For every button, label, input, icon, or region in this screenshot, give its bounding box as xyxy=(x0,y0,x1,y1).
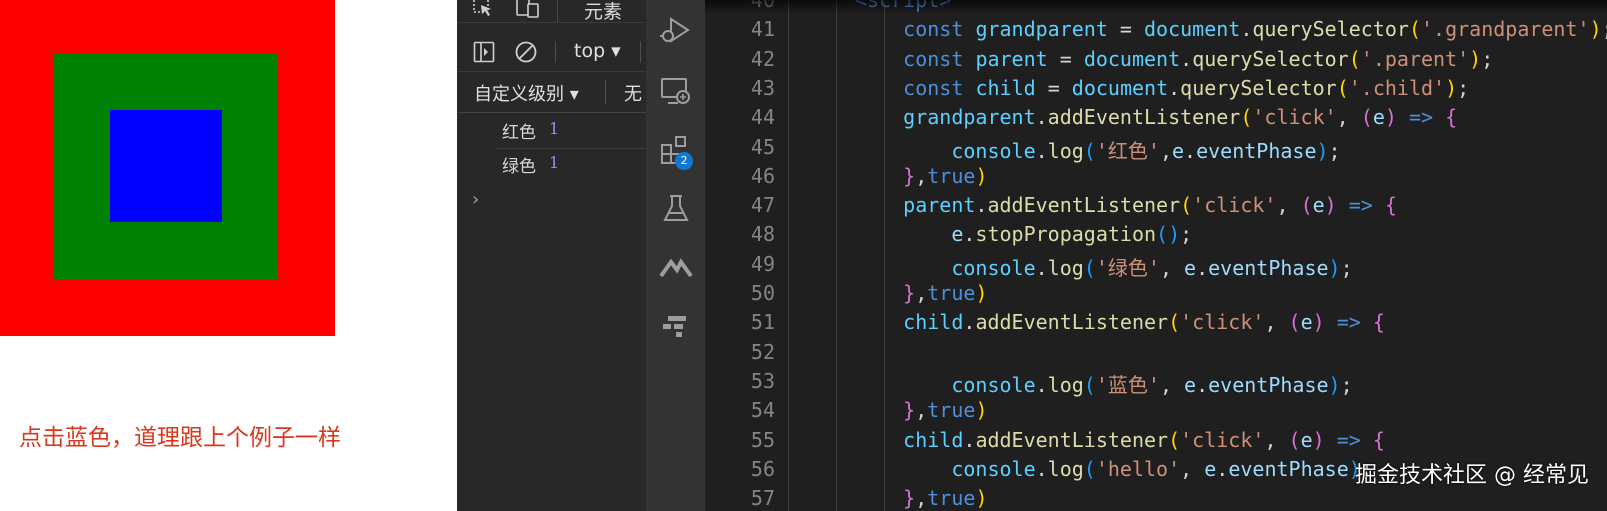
log-text: 红色 xyxy=(502,123,536,143)
console-toolbar: top ▾ xyxy=(457,33,646,72)
code-text: },true) xyxy=(903,281,988,305)
code-line[interactable]: 49 console.log('绿色', e.eventPhase); xyxy=(705,250,1607,280)
clear-console-icon[interactable] xyxy=(514,40,538,64)
line-number: 47 xyxy=(750,193,775,218)
caption-text: 点击蓝色，道理跟上个例子一样 xyxy=(19,425,341,451)
context-select[interactable]: top ▾ xyxy=(574,40,621,62)
device-toolbar-icon[interactable] xyxy=(515,0,541,18)
toolbar-divider xyxy=(555,41,556,63)
parent-box[interactable] xyxy=(53,54,278,280)
code-line[interactable]: 48 e.stopPropagation(); xyxy=(705,220,1607,250)
line-number: 51 xyxy=(750,310,775,335)
code-text: e.stopPropagation(); xyxy=(951,222,1193,247)
code-text: const child = document.querySelector('.c… xyxy=(903,75,1470,100)
code-line[interactable]: 47 parent.addEventListener('click', (e) … xyxy=(705,191,1607,221)
code-text: },true) xyxy=(903,163,988,188)
code-line[interactable]: 50 },true) xyxy=(705,279,1607,309)
filter-divider xyxy=(605,80,606,104)
line-number: 53 xyxy=(750,368,775,393)
code-text: grandparent.addEventListener('click', (e… xyxy=(903,105,1458,130)
line-number: 50 xyxy=(750,281,775,305)
line-number: 54 xyxy=(750,398,775,423)
line-number: 48 xyxy=(750,222,775,247)
demo-page: 点击蓝色，道理跟上个例子一样 xyxy=(0,0,457,511)
watermark: 掘金技术社区 @ 经常见 xyxy=(1355,463,1589,488)
code-line[interactable]: 54 },true) xyxy=(705,396,1607,426)
code-text: child.addEventListener('click', (e) => { xyxy=(903,310,1385,335)
line-number: 44 xyxy=(750,105,775,130)
code-text: },true) xyxy=(903,398,988,423)
code-line[interactable]: 41 const grandparent = document.querySel… xyxy=(705,15,1607,45)
code-text: },true) xyxy=(903,486,988,511)
code-text: console.log('绿色', e.eventPhase); xyxy=(951,255,1353,280)
code-line[interactable]: 46 },true) xyxy=(705,162,1607,192)
devtools-tabbar: 元素 xyxy=(457,0,646,23)
code-text: const grandparent = document.querySelect… xyxy=(903,17,1607,42)
gitlens-icon[interactable] xyxy=(659,250,693,284)
line-number: 46 xyxy=(750,163,775,188)
log-value: 1 xyxy=(549,153,560,172)
grandparent-box[interactable] xyxy=(0,0,335,336)
sidebar-toggle-icon[interactable] xyxy=(473,41,495,63)
activity-bar: 2 xyxy=(646,0,705,511)
line-number: 57 xyxy=(750,486,775,511)
line-number: 45 xyxy=(750,134,775,159)
log-value: 1 xyxy=(549,119,560,138)
line-number: 55 xyxy=(750,427,775,452)
line-number: 49 xyxy=(750,251,775,276)
code-line[interactable]: 53 console.log('蓝色', e.eventPhase); xyxy=(705,367,1607,397)
tab-elements[interactable]: 元素 xyxy=(584,0,622,24)
code-line[interactable]: 52 xyxy=(705,338,1607,368)
line-number: 52 xyxy=(750,339,775,364)
log-level-select[interactable]: 自定义级别 ▾ xyxy=(474,80,579,106)
code-line[interactable]: 44 grandparent.addEventListener('click',… xyxy=(705,103,1607,133)
scroll-shadow xyxy=(705,0,1607,14)
code-line[interactable]: 55 child.addEventListener('click', (e) =… xyxy=(705,426,1607,456)
extensions-badge: 2 xyxy=(675,152,693,170)
line-number: 41 xyxy=(750,17,775,42)
code-line[interactable]: 43 const child = document.querySelector(… xyxy=(705,74,1607,104)
log-text: 绿色 xyxy=(502,157,536,177)
line-number: 42 xyxy=(750,46,775,71)
code-line[interactable]: 45 console.log('红色',e.eventPhase); xyxy=(705,133,1607,163)
console-filter-bar: 自定义级别 ▾ 无 xyxy=(457,72,646,113)
run-debug-icon[interactable] xyxy=(659,14,693,48)
child-box[interactable] xyxy=(110,110,222,222)
inspect-element-icon[interactable] xyxy=(472,0,494,18)
code-text: console.log('hello', e.eventPhase); xyxy=(951,456,1373,481)
code-text: parent.addEventListener('click', (e) => … xyxy=(903,193,1397,218)
code-text: console.log('红色',e.eventPhase); xyxy=(951,138,1341,163)
code-line[interactable]: 51 child.addEventListener('click', (e) =… xyxy=(705,308,1607,338)
code-text: console.log('蓝色', e.eventPhase); xyxy=(951,372,1353,397)
devtools-panel: 元素 top ▾ 自定义级别 ▾ 无 红色 1 绿色 1 › xyxy=(457,0,646,511)
code-text: child.addEventListener('click', (e) => { xyxy=(903,427,1385,452)
remote-explorer-icon[interactable] xyxy=(659,75,693,109)
console-message: 红色 1 xyxy=(457,113,646,146)
toolbar-divider xyxy=(640,41,641,63)
prompt-chevron-icon[interactable]: › xyxy=(472,189,479,210)
code-text: const parent = document.querySelector('.… xyxy=(903,46,1494,71)
timeline-icon[interactable] xyxy=(659,308,693,342)
tab-divider xyxy=(557,0,558,22)
code-editor[interactable]: 40<script>41 const grandparent = documen… xyxy=(705,0,1607,511)
line-number: 43 xyxy=(750,75,775,100)
console-message: 绿色 1 xyxy=(457,147,646,180)
line-number: 56 xyxy=(750,456,775,481)
issues-indicator[interactable]: 无 xyxy=(624,80,642,106)
code-line[interactable]: 42 const parent = document.querySelector… xyxy=(705,45,1607,75)
testing-icon[interactable] xyxy=(659,192,693,226)
